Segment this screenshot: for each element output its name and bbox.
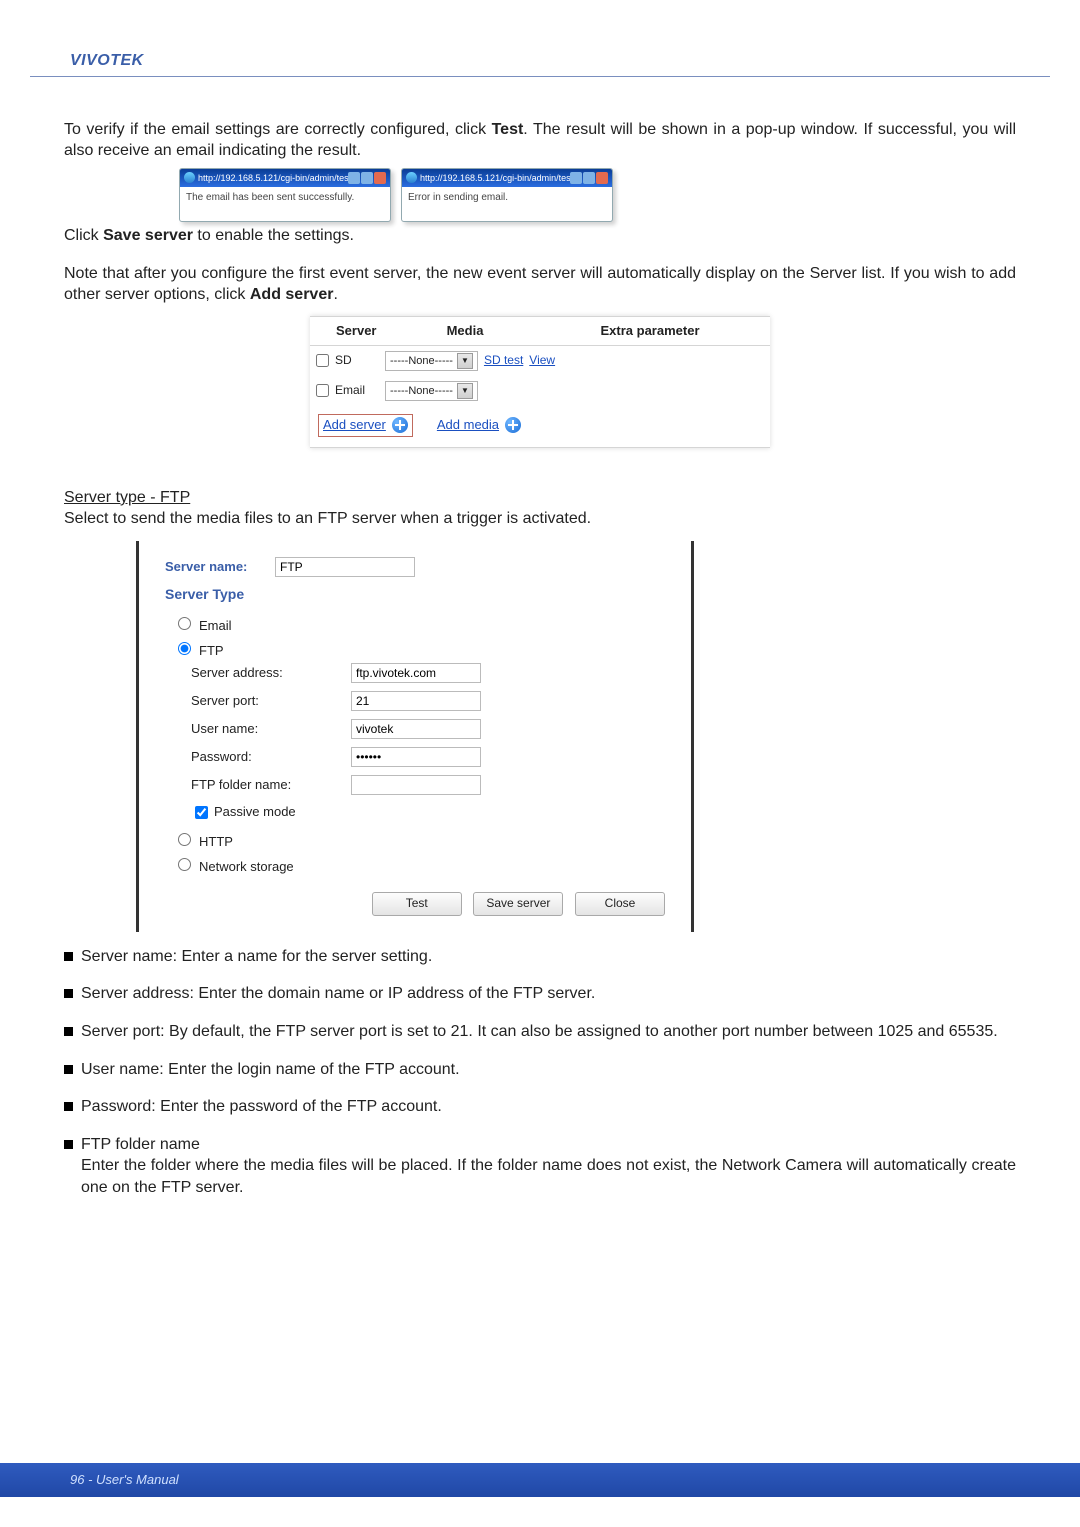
field-descriptions: Server name: Enter a name for the server… xyxy=(64,946,1016,1199)
popup-error: http://192.168.5.121/cgi-bin/admin/tests… xyxy=(401,168,613,222)
note-t2: . xyxy=(333,286,337,303)
close-icon[interactable] xyxy=(596,172,608,184)
close-button[interactable]: Close xyxy=(575,892,665,916)
bullet-ftp-folder-title: FTP folder name xyxy=(81,1136,200,1153)
test-button[interactable]: Test xyxy=(372,892,462,916)
click-t1: Click xyxy=(64,227,103,244)
server-port-input[interactable] xyxy=(351,691,481,711)
bullet-user-name: User name: Enter the login name of the F… xyxy=(81,1059,1016,1081)
maximize-icon[interactable] xyxy=(361,172,373,184)
email-media-select[interactable]: -----None----- ▼ xyxy=(385,381,478,401)
radio-http[interactable] xyxy=(178,833,191,846)
click-save-line: Click Save server to enable the settings… xyxy=(64,226,1016,247)
note-t1: Note that after you configure the first … xyxy=(64,265,1016,303)
intro-bold: Test xyxy=(492,121,524,138)
chevron-down-icon: ▼ xyxy=(457,353,473,369)
close-icon[interactable] xyxy=(374,172,386,184)
radio-ftp-label: FTP xyxy=(199,643,224,658)
note-paragraph: Note that after you configure the first … xyxy=(64,264,1016,306)
brand-label: VIVOTEK xyxy=(70,52,144,69)
popup-success-title: http://192.168.5.121/cgi-bin/admin/tests… xyxy=(198,169,348,187)
minimize-icon[interactable] xyxy=(570,172,582,184)
plus-icon[interactable] xyxy=(505,417,521,433)
table-row: SD -----None----- ▼ SD test View xyxy=(310,346,770,376)
intro-paragraph: To verify if the email settings are corr… xyxy=(64,120,1016,162)
add-server-box: Add server xyxy=(318,414,413,437)
server-port-label: Server port: xyxy=(165,693,351,710)
add-row: Add server Add media xyxy=(310,406,770,447)
password-label: Password: xyxy=(165,749,351,766)
sd-checkbox[interactable] xyxy=(316,354,329,367)
server-address-label: Server address: xyxy=(165,665,351,682)
password-input[interactable] xyxy=(351,747,481,767)
sd-view-link[interactable]: View xyxy=(529,353,555,369)
ftp-server-form: Server name: Server Type Email FTP Serve… xyxy=(136,541,694,931)
click-t2: to enable the settings. xyxy=(193,227,354,244)
sd-test-link[interactable]: SD test xyxy=(484,353,523,369)
sd-media-select[interactable]: -----None----- ▼ xyxy=(385,351,478,371)
ie-icon xyxy=(406,172,417,183)
popup-error-title: http://192.168.5.121/cgi-bin/admin/tests… xyxy=(420,169,570,187)
bullet-icon xyxy=(64,1102,73,1111)
passive-label: Passive mode xyxy=(214,804,296,821)
server-type-title: Server Type xyxy=(165,585,665,603)
popup-error-body: Error in sending email. xyxy=(402,187,612,208)
plus-icon[interactable] xyxy=(392,417,408,433)
popup-success: http://192.168.5.121/cgi-bin/admin/tests… xyxy=(179,168,391,222)
popup-success-titlebar: http://192.168.5.121/cgi-bin/admin/tests… xyxy=(180,169,390,187)
maximize-icon[interactable] xyxy=(583,172,595,184)
page-footer: 96 - User's Manual xyxy=(0,1463,1080,1497)
server-name-label: Server name: xyxy=(165,559,275,576)
add-server-link[interactable]: Add server xyxy=(323,417,386,434)
user-name-input[interactable] xyxy=(351,719,481,739)
add-media-link[interactable]: Add media xyxy=(437,417,499,434)
chevron-down-icon: ▼ xyxy=(457,383,473,399)
row-server-email: Email xyxy=(335,383,385,399)
ie-icon xyxy=(184,172,195,183)
server-address-input[interactable] xyxy=(351,663,481,683)
bullet-icon xyxy=(64,1140,73,1149)
col-media: Media xyxy=(400,323,530,340)
radio-http-label: HTTP xyxy=(199,834,233,849)
radio-ftp[interactable] xyxy=(178,642,191,655)
col-extra: Extra parameter xyxy=(530,323,770,340)
save-server-button[interactable]: Save server xyxy=(473,892,563,916)
event-server-table: Server Media Extra parameter SD -----Non… xyxy=(310,316,770,448)
ftp-folder-input[interactable] xyxy=(351,775,481,795)
bullet-icon xyxy=(64,989,73,998)
passive-checkbox[interactable] xyxy=(195,806,208,819)
minimize-icon[interactable] xyxy=(348,172,360,184)
note-bold: Add server xyxy=(250,286,334,303)
user-name-label: User name: xyxy=(165,721,351,738)
popup-error-titlebar: http://192.168.5.121/cgi-bin/admin/tests… xyxy=(402,169,612,187)
bullet-icon xyxy=(64,1065,73,1074)
section-title-ftp: Server type - FTP xyxy=(64,488,1016,509)
popup-success-body: The email has been sent successfully. xyxy=(180,187,390,208)
radio-ns-label: Network storage xyxy=(199,859,294,874)
section-sub: Select to send the media files to an FTP… xyxy=(64,509,1016,530)
col-server: Server xyxy=(336,323,400,340)
bullet-password: Password: Enter the password of the FTP … xyxy=(81,1096,1016,1118)
table-row: Email -----None----- ▼ xyxy=(310,376,770,406)
bullet-icon xyxy=(64,1027,73,1036)
email-media-value: -----None----- xyxy=(390,384,453,398)
radio-email[interactable] xyxy=(178,617,191,630)
email-checkbox[interactable] xyxy=(316,384,329,397)
page-header: VIVOTEK xyxy=(30,52,1050,77)
footer-text: 96 - User's Manual xyxy=(70,1472,179,1487)
radio-network-storage[interactable] xyxy=(178,858,191,871)
intro-t1: To verify if the email settings are corr… xyxy=(64,121,492,138)
bullet-server-name: Server name: Enter a name for the server… xyxy=(81,946,1016,968)
click-bold: Save server xyxy=(103,227,193,244)
bullet-icon xyxy=(64,952,73,961)
ftp-folder-label: FTP folder name: xyxy=(165,777,351,794)
radio-email-label: Email xyxy=(199,618,232,633)
sd-media-value: -----None----- xyxy=(390,354,453,368)
bullet-ftp-folder-body: Enter the folder where the media files w… xyxy=(81,1157,1016,1196)
bullet-server-port: Server port: By default, the FTP server … xyxy=(81,1021,1016,1043)
server-name-input[interactable] xyxy=(275,557,415,577)
row-server-sd: SD xyxy=(335,353,385,369)
bullet-server-address: Server address: Enter the domain name or… xyxy=(81,983,1016,1005)
